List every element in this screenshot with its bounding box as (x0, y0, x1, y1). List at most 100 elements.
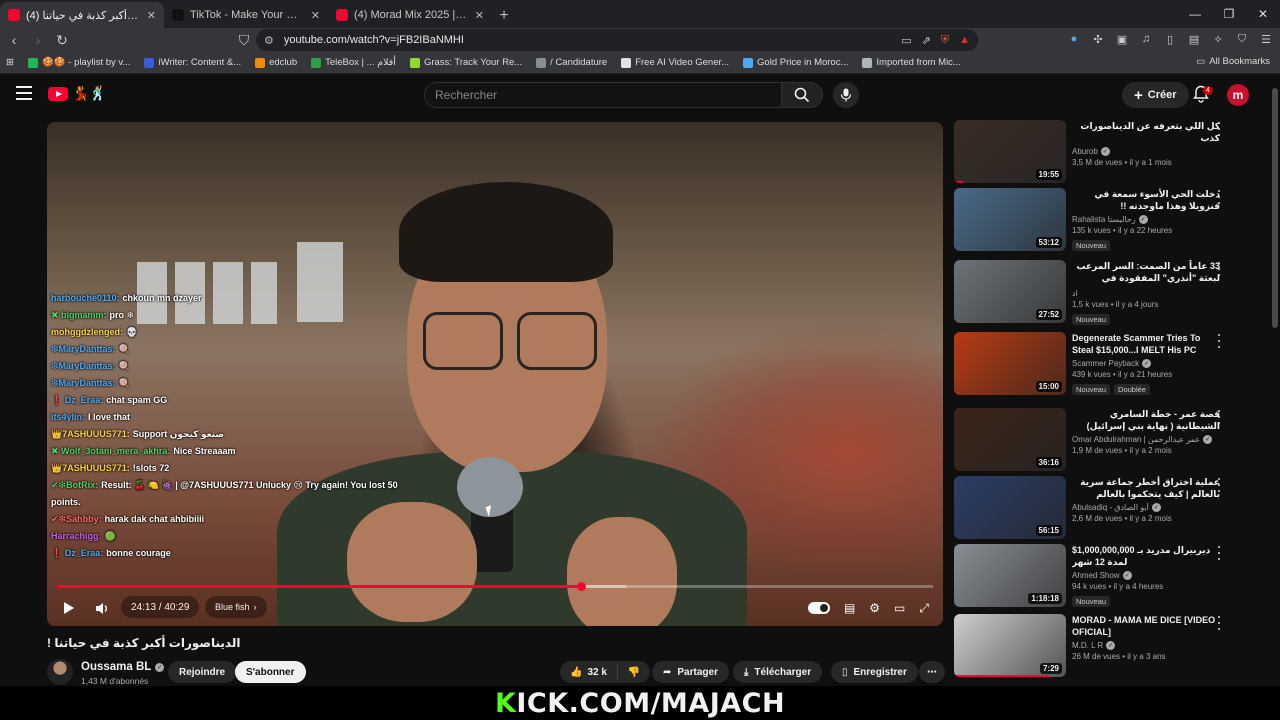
vpn-icon[interactable]: ⛉ (1234, 30, 1250, 48)
video-thumbnail[interactable]: 15:00 (954, 332, 1066, 395)
rewards-icon[interactable]: ▲ (959, 34, 970, 47)
channel-name[interactable]: Scammer Payback (1072, 359, 1139, 368)
video-channel[interactable]: Abulsadiq - أبو الصادق ✓ (1072, 503, 1220, 512)
more-options-icon[interactable] (1216, 262, 1222, 276)
video-channel[interactable]: M.D. L R ✓ (1072, 641, 1220, 650)
search-button[interactable] (781, 82, 823, 108)
fullscreen-icon[interactable]: ⤢ (919, 596, 929, 620)
browser-tab[interactable]: (4) الديناصورات أكبر كذبة في حياتنا ✕ (0, 2, 164, 28)
video-thumbnail[interactable]: 36:16 (954, 408, 1066, 471)
more-options-icon[interactable] (1216, 410, 1222, 424)
more-options-icon[interactable] (1216, 334, 1222, 348)
close-tab-icon[interactable]: ✕ (311, 9, 320, 22)
video-channel[interactable]: Ahmed Show ✓ (1072, 571, 1220, 580)
video-title[interactable]: MORAD - MAMA ME DICE [VIDEO OFICIAL] (1072, 614, 1220, 638)
subtitles-icon[interactable]: ▤ (844, 596, 855, 620)
like-button[interactable]: 👍 32 k (560, 661, 617, 683)
video-thumbnail[interactable]: 19:55 (954, 120, 1066, 183)
progress-bar[interactable] (57, 582, 933, 591)
recommended-video[interactable]: 36:16 قصة عمر - خطة السامري الشيطانية ( … (954, 408, 1244, 472)
settings-gear-icon[interactable]: ⚙ (869, 596, 880, 620)
more-options-icon[interactable] (1216, 190, 1222, 204)
video-channel[interactable]: Rahalista رحاليستا ✓ (1072, 215, 1220, 224)
recommended-video[interactable]: 7:29 MORAD - MAMA ME DICE [VIDEO OFICIAL… (954, 614, 1244, 678)
dislike-button[interactable]: 👎 (618, 661, 650, 683)
channel-name[interactable]: M.D. L R (1072, 641, 1103, 650)
channel-name[interactable]: Oussama BL (81, 661, 151, 673)
sidebar-icon[interactable]: ▯ (1162, 30, 1178, 48)
apps-grid-icon[interactable]: ⊞ (6, 57, 14, 68)
browser-tab[interactable]: (4) Morad Mix 2025 | Lo Mejor de ✕ (328, 2, 492, 28)
channel-name[interactable]: Abulsadiq - أبو الصادق (1072, 503, 1149, 512)
hamburger-menu-icon[interactable] (16, 86, 32, 100)
recommended-video[interactable]: 1:18:18 $1,000,000,000 ديربيرال مدريد بـ… (954, 544, 1244, 608)
all-bookmarks-button[interactable]: ▭ All Bookmarks (1196, 56, 1270, 67)
video-thumbnail[interactable]: 53:12 (954, 188, 1066, 251)
youtube-logo[interactable] (48, 87, 68, 101)
doodle-icon[interactable]: 💃🕺 (72, 85, 107, 102)
close-tab-icon[interactable]: ✕ (147, 9, 156, 22)
video-title[interactable]: $1,000,000,000 ديربيرال مدريد بـ لمدة 12… (1072, 544, 1220, 568)
bookmark-item[interactable]: / Candidature (536, 57, 607, 68)
leo-icon[interactable]: ✧ (1210, 30, 1226, 48)
forward-button[interactable]: › (28, 30, 48, 50)
video-title[interactable]: دخلت الحي الأسوء سمعة في فنزويلا وهذا ما… (1072, 188, 1220, 212)
video-player[interactable]: harbouche0110: chkoun mn dzayer ✖ bigmamm:… (47, 122, 943, 626)
bookmark-item[interactable]: edclub (255, 57, 297, 68)
video-channel[interactable]: Scammer Payback ✓ (1072, 359, 1220, 368)
new-tab-button[interactable]: + (492, 4, 516, 28)
bookmark-item[interactable]: Grass: Track Your Re... (409, 57, 522, 68)
play-button[interactable] (61, 596, 77, 620)
reload-button[interactable]: ↻ (52, 30, 72, 50)
wallet-icon[interactable]: ▤ (1186, 30, 1202, 48)
subscribe-button[interactable]: S'abonner (235, 661, 306, 683)
back-button[interactable]: ‹ (4, 30, 24, 50)
volume-button[interactable] (93, 596, 111, 620)
video-channel[interactable]: اد (1072, 289, 1220, 298)
search-input[interactable]: Rechercher (424, 82, 782, 108)
recommended-video[interactable]: 19:55 كل اللي بتعرفه عن الديناصورات كذب … (954, 120, 1244, 184)
cast-icon[interactable]: ▭ (901, 34, 911, 47)
close-tab-icon[interactable]: ✕ (475, 9, 484, 22)
bookmark-item[interactable]: Imported from Mic... (862, 57, 961, 68)
channel-name[interactable]: اد (1072, 289, 1078, 298)
recommended-video[interactable]: 56:15 عملية اختراق أخطر جماعة سرية بالعا… (954, 476, 1244, 540)
channel-name[interactable]: Ahmed Show (1072, 571, 1120, 580)
more-actions-button[interactable]: ⋯ (919, 661, 945, 683)
share-icon[interactable]: ⇗ (922, 34, 931, 47)
recommended-video[interactable]: 27:52 33 عاماً من الصمت: السر المرعب لبع… (954, 260, 1244, 325)
scrollbar-thumb[interactable] (1272, 88, 1278, 328)
save-button[interactable]: ▯ Enregistrer (831, 661, 918, 683)
site-info-icon[interactable]: ⚙ (264, 34, 274, 47)
bookmark-item[interactable]: TeleBox | ... أفلام (311, 57, 396, 68)
video-thumbnail[interactable]: 7:29 (954, 614, 1066, 677)
video-channel[interactable]: Omar Abdulrahman | عمر عبدالرحمن ✓ (1072, 435, 1220, 444)
channel-avatar[interactable] (47, 659, 73, 685)
video-thumbnail[interactable]: 27:52 (954, 260, 1066, 323)
video-thumbnail[interactable]: 1:18:18 (954, 544, 1066, 607)
bookmark-item[interactable]: Free AI Video Gener... (621, 57, 729, 68)
channel-name[interactable]: Aburob (1072, 147, 1098, 156)
video-title[interactable]: كل اللي بتعرفه عن الديناصورات كذب (1072, 120, 1220, 144)
channel-name[interactable]: Omar Abdulrahman | عمر عبدالرحمن (1072, 435, 1200, 444)
chapter-button[interactable]: Blue fish › (205, 596, 267, 618)
minimize-button[interactable]: — (1178, 0, 1212, 28)
join-button[interactable]: Rejoindre (168, 661, 237, 683)
bookmark-item[interactable]: 🍪🍪 - playlist by v... (27, 57, 130, 68)
channel-name-row[interactable]: Oussama BL ✓ (81, 661, 165, 673)
video-title[interactable]: Degenerate Scammer Tries To Steal $15,00… (1072, 332, 1220, 356)
video-title[interactable]: عملية اختراق أخطر جماعة سرية بالعالم | ك… (1072, 476, 1220, 500)
more-options-icon[interactable] (1216, 478, 1222, 492)
video-title[interactable]: 33 عاماً من الصمت: السر المرعب لبعثة "أن… (1072, 260, 1220, 286)
more-options-icon[interactable] (1216, 122, 1222, 136)
browser-tab[interactable]: TikTok - Make Your Day ✕ (164, 2, 328, 28)
extension-icon-2[interactable]: ▣ (1114, 30, 1130, 48)
share-button[interactable]: ➦ Partager (652, 661, 729, 683)
extension-icon-1[interactable]: ● (1066, 30, 1082, 48)
voice-search-button[interactable] (833, 82, 859, 108)
video-title[interactable]: قصة عمر - خطة السامري الشيطانية ( نهاية … (1072, 408, 1220, 432)
more-options-icon[interactable] (1216, 616, 1222, 630)
recommended-video[interactable]: 15:00 Degenerate Scammer Tries To Steal … (954, 332, 1244, 396)
bookmark-star-icon[interactable]: ⛉ (234, 30, 254, 50)
more-options-icon[interactable] (1216, 546, 1222, 560)
